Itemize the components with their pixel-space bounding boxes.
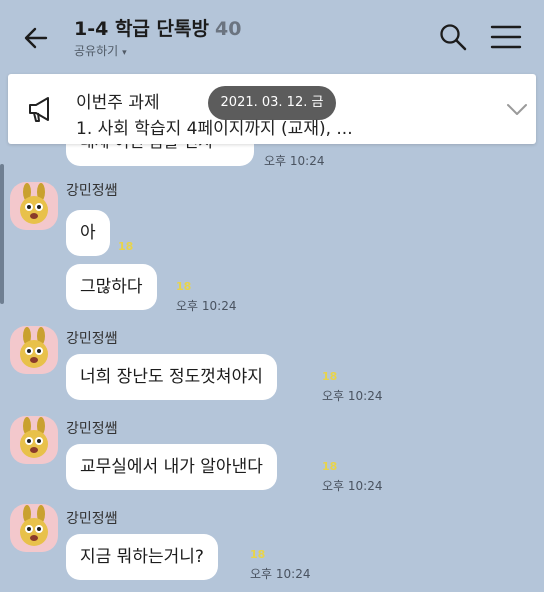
chevron-down-icon[interactable] [504, 96, 530, 122]
sender-name: 강민정쌤 [66, 421, 118, 437]
room-title: 1-4 학급 단톡방 40 [74, 14, 241, 41]
message-time: 오후 10:24 [250, 567, 311, 581]
avatar[interactable] [10, 416, 58, 464]
message-time: 오후 10:24 [176, 299, 237, 313]
avatar[interactable] [10, 182, 58, 230]
character-avatar-icon [20, 183, 48, 224]
sender-name: 강민정쌤 [66, 511, 118, 527]
unread-count: 18 [322, 370, 338, 383]
avatar[interactable] [10, 326, 58, 374]
unread-count: 18 [322, 460, 338, 473]
sender-name: 강민정쌤 [66, 183, 118, 199]
message-bubble[interactable]: 교무실에서 내가 알아낸다 [66, 444, 277, 490]
message-time: 오후 10:24 [322, 479, 383, 493]
chevron-down-icon: ▾ [122, 48, 127, 58]
message-list[interactable]: 내세 어린 놈들 인지 오후 10:24 강민정쌤 아 18 그많하다 18 오… [0, 144, 544, 592]
hamburger-menu-icon[interactable] [490, 24, 522, 50]
message-bubble[interactable]: 그많하다 [66, 264, 157, 310]
notice-title: 이번주 과제 [76, 93, 160, 113]
search-icon[interactable] [438, 22, 468, 52]
message-bubble[interactable]: 지금 뭐하는거니? [66, 534, 218, 580]
member-count: 40 [214, 18, 242, 40]
message-time: 오후 10:24 [264, 154, 325, 168]
chat-header: 1-4 학급 단톡방 40 공유하기 ▾ [0, 0, 544, 74]
message-bubble[interactable]: 아 [66, 210, 110, 256]
share-button[interactable]: 공유하기 ▾ [74, 42, 127, 59]
message-time: 오후 10:24 [322, 389, 383, 403]
date-divider: 2021. 03. 12. 금 [208, 86, 336, 120]
character-avatar-icon [20, 417, 48, 458]
room-name: 1-4 학급 단톡방 [74, 18, 209, 40]
message-bubble[interactable]: 너희 장난도 정도껏쳐야지 [66, 354, 277, 400]
scrollbar[interactable] [0, 164, 4, 304]
character-avatar-icon [20, 327, 48, 368]
megaphone-icon [29, 97, 49, 122]
unread-count: 18 [250, 548, 266, 561]
unread-count: 18 [176, 280, 192, 293]
sender-name: 강민정쌤 [66, 331, 118, 347]
avatar[interactable] [10, 504, 58, 552]
share-label: 공유하기 [74, 44, 119, 58]
back-arrow-icon[interactable] [20, 22, 52, 54]
character-avatar-icon [20, 505, 48, 546]
unread-count: 18 [118, 240, 134, 253]
message-bubble: 내세 어린 놈들 인지 [66, 144, 254, 166]
